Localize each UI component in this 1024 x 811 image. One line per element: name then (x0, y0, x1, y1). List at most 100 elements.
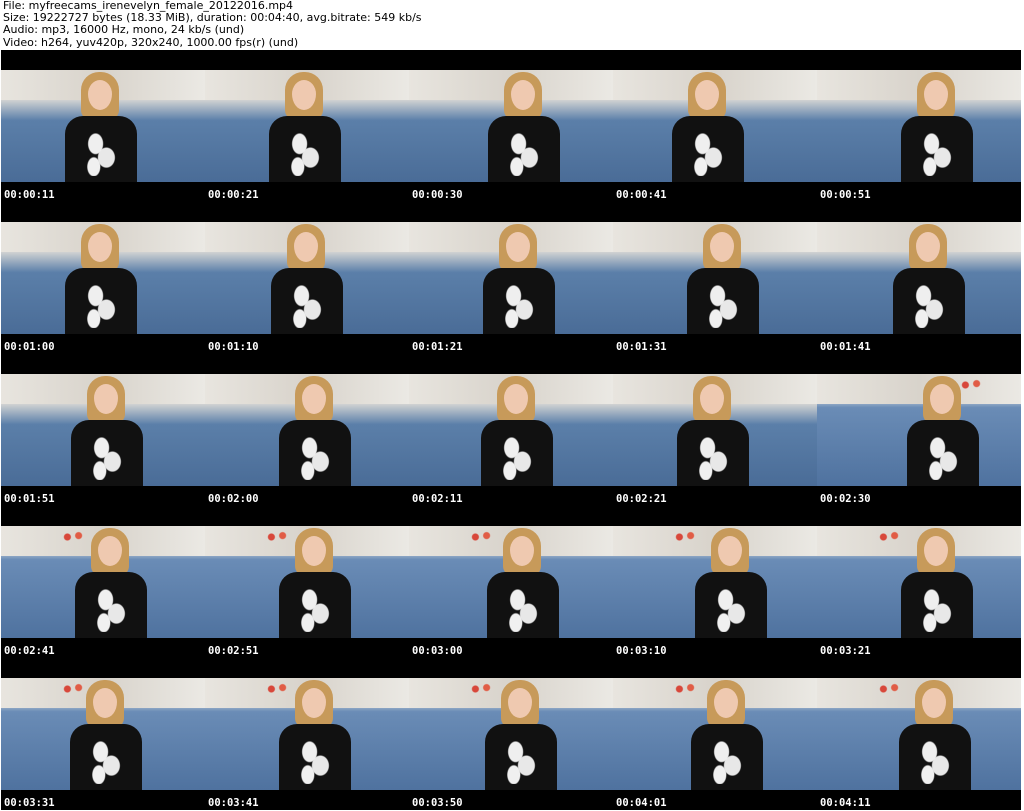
video-frame (1, 222, 205, 334)
person-print (83, 282, 119, 328)
person-figure (895, 678, 975, 790)
timestamp-label: 00:01:10 (208, 341, 259, 353)
video-frame (205, 678, 409, 790)
person-print (501, 282, 537, 328)
person-figure (903, 374, 983, 486)
thumbnail-grid: 00:00:11 00:00:21 00:00:30 00:00:41 00:00:51… (0, 50, 1024, 811)
person-figure (275, 678, 355, 790)
timestamp-label: 00:02:00 (208, 493, 259, 505)
person-figure (61, 222, 141, 334)
timestamp-label: 00:01:51 (4, 493, 55, 505)
thumbnail: 00:03:50 (409, 658, 613, 810)
person-figure (897, 70, 977, 182)
timestamp-label: 00:01:00 (4, 341, 55, 353)
person-figure (61, 70, 141, 182)
person-print (89, 434, 125, 480)
thumbnail: 00:00:51 (817, 50, 1021, 202)
video-info-line: Video: h264, yuv420p, 320x240, 1000.00 f… (3, 35, 299, 49)
thumbnail: 00:02:21 (613, 354, 817, 506)
person-figure (71, 526, 151, 638)
thumbnail: 00:04:01 (613, 658, 817, 810)
video-frame (613, 526, 817, 638)
person-figure (275, 526, 355, 638)
timestamp-label: 00:02:51 (208, 645, 259, 657)
person-print (705, 282, 741, 328)
video-frame (817, 70, 1021, 182)
person-figure (479, 222, 559, 334)
person-figure (477, 374, 557, 486)
thumbnail: 00:00:41 (613, 50, 817, 202)
person-print (911, 282, 947, 328)
person-figure (691, 526, 771, 638)
video-frame (1, 526, 205, 638)
video-frame (409, 374, 613, 486)
timestamp-label: 00:02:11 (412, 493, 463, 505)
person-figure (66, 678, 146, 790)
thumbnail: 00:01:51 (1, 354, 205, 506)
person-print (287, 130, 323, 176)
person-figure (267, 222, 347, 334)
thumbnail: 00:02:11 (409, 354, 613, 506)
timestamp-label: 00:00:11 (4, 189, 55, 201)
video-frame (817, 526, 1021, 638)
timestamp-label: 00:01:31 (616, 341, 667, 353)
thumbnail: 00:00:30 (409, 50, 613, 202)
thumbnail: 00:03:00 (409, 506, 613, 658)
person-print (297, 586, 333, 632)
video-frame (205, 222, 409, 334)
thumbnail: 00:04:11 (817, 658, 1021, 810)
thumbnail: 00:01:31 (613, 202, 817, 354)
video-frame (409, 70, 613, 182)
video-frame (205, 526, 409, 638)
thumbnail: 00:01:21 (409, 202, 613, 354)
person-figure (889, 222, 969, 334)
person-figure (484, 70, 564, 182)
timestamp-label: 00:02:21 (616, 493, 667, 505)
timestamp-label: 00:03:41 (208, 797, 259, 809)
video-frame (613, 374, 817, 486)
thumbnail: 00:02:30 (817, 354, 1021, 506)
video-frame (817, 374, 1021, 486)
video-frame (817, 222, 1021, 334)
timestamp-label: 00:03:31 (4, 797, 55, 809)
timestamp-label: 00:01:21 (412, 341, 463, 353)
person-print (297, 434, 333, 480)
person-print (919, 130, 955, 176)
person-print (695, 434, 731, 480)
person-print (297, 738, 333, 784)
timestamp-label: 00:02:30 (820, 493, 871, 505)
timestamp-label: 00:04:11 (820, 797, 871, 809)
timestamp-label: 00:00:51 (820, 189, 871, 201)
person-figure (265, 70, 345, 182)
video-frame (205, 70, 409, 182)
video-frame (613, 70, 817, 182)
file-info-header: File: myfreecams_irenevelyn_female_20122… (0, 0, 1024, 50)
timestamp-label: 00:03:00 (412, 645, 463, 657)
thumbnail: 00:00:11 (1, 50, 205, 202)
person-figure (275, 374, 355, 486)
video-frame (409, 526, 613, 638)
person-print (713, 586, 749, 632)
person-figure (481, 678, 561, 790)
person-figure (668, 70, 748, 182)
person-print (925, 434, 961, 480)
person-print (505, 586, 541, 632)
person-figure (673, 374, 753, 486)
video-frame (1, 374, 205, 486)
person-print (289, 282, 325, 328)
video-frame (409, 678, 613, 790)
video-frame (205, 374, 409, 486)
timestamp-label: 00:04:01 (616, 797, 667, 809)
timestamp-label: 00:03:50 (412, 797, 463, 809)
person-figure (683, 222, 763, 334)
video-frame (613, 222, 817, 334)
person-print (917, 738, 953, 784)
timestamp-label: 00:03:21 (820, 645, 871, 657)
thumbnail: 00:00:21 (205, 50, 409, 202)
person-print (88, 738, 124, 784)
thumbnail: 00:02:41 (1, 506, 205, 658)
timestamp-label: 00:00:41 (616, 189, 667, 201)
video-frame (409, 222, 613, 334)
person-figure (687, 678, 767, 790)
person-print (506, 130, 542, 176)
